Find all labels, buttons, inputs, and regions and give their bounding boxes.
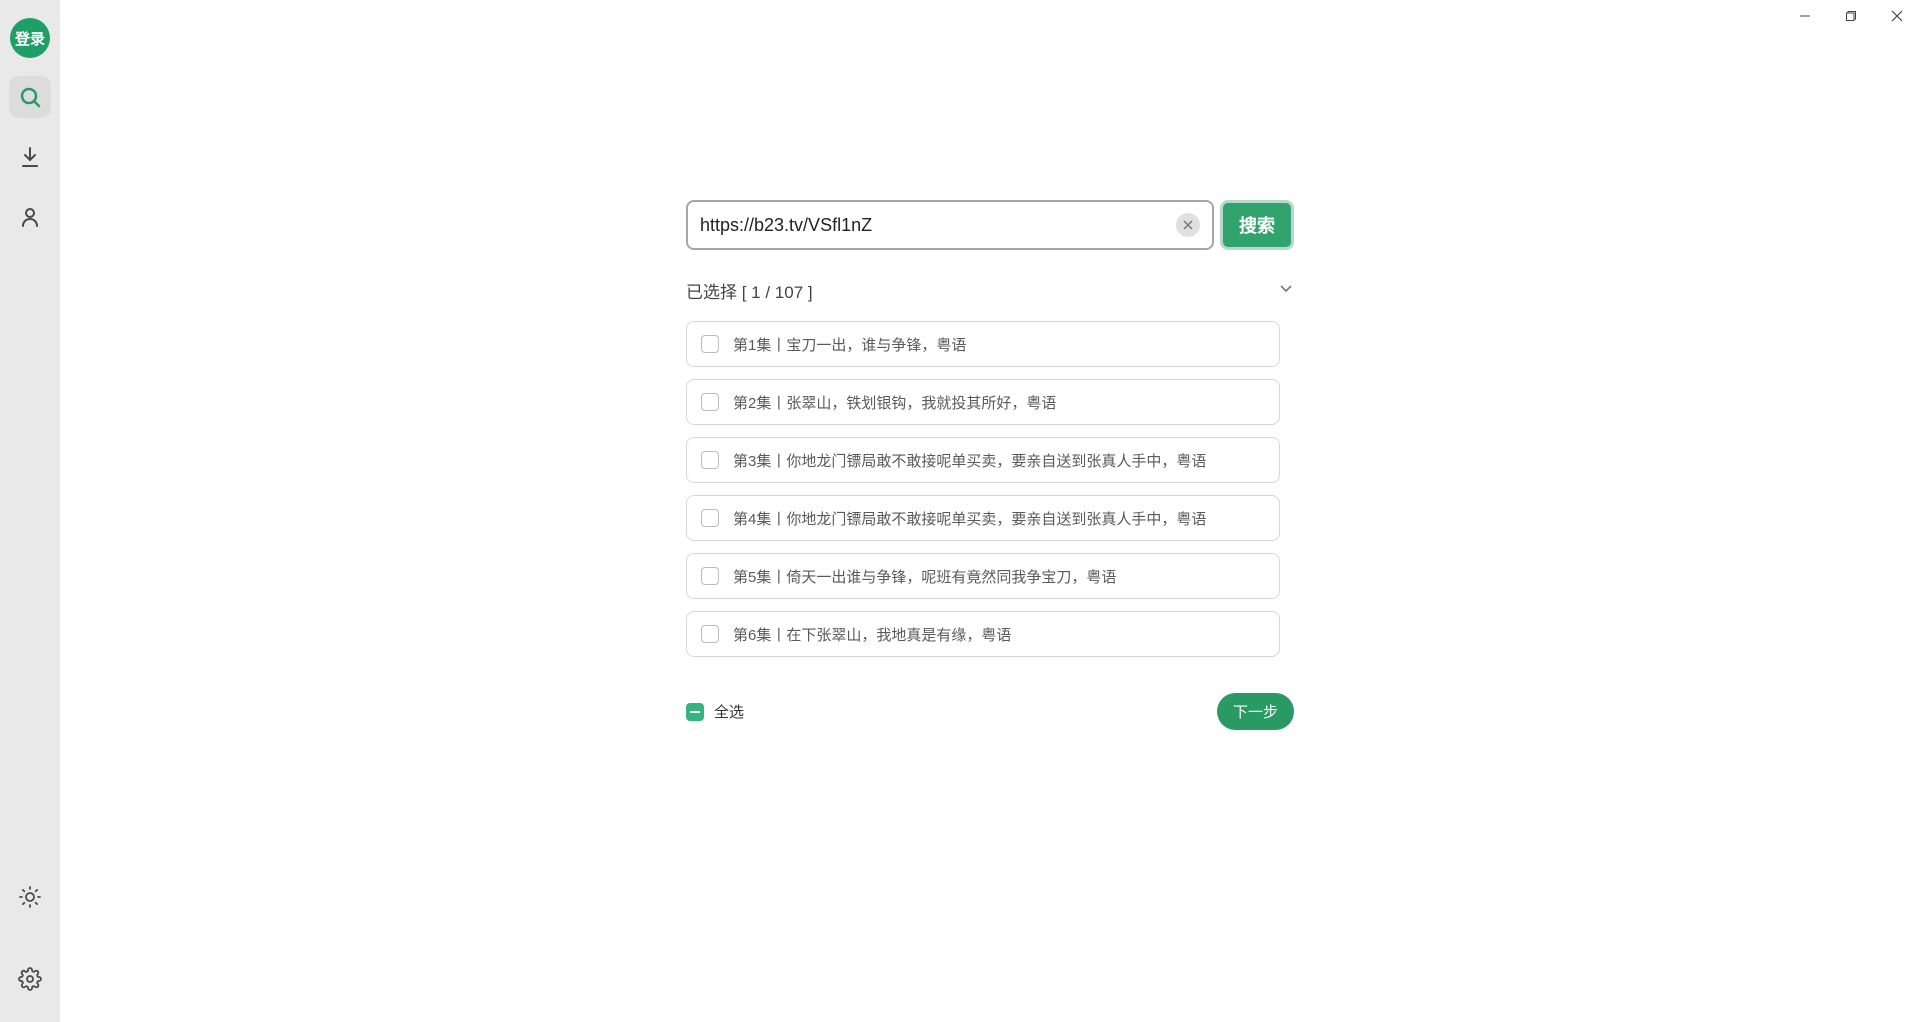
episode-checkbox[interactable] [701, 393, 719, 411]
selection-summary[interactable]: 已选择 [ 1 / 107 ] [686, 278, 1294, 303]
episode-title: 第4集丨你地龙门镖局敢不敢接呢单买卖，要亲自送到张真人手中，粤语 [733, 508, 1206, 529]
episode-checkbox[interactable] [701, 567, 719, 585]
episode-checkbox[interactable] [701, 625, 719, 643]
list-item[interactable]: 第6集丨在下张翠山，我地真是有缘，粤语 [686, 611, 1280, 657]
gear-icon [18, 967, 42, 991]
footer-row: 全选 下一步 [686, 693, 1294, 730]
minimize-icon [1799, 10, 1811, 22]
window-minimize-button[interactable] [1782, 0, 1828, 32]
sidebar-item-download[interactable] [9, 136, 51, 178]
window-controls [1782, 0, 1920, 32]
search-input-wrapper [686, 200, 1214, 250]
avatar-label: 登录 [15, 28, 45, 49]
episode-checkbox[interactable] [701, 509, 719, 527]
x-icon [1183, 220, 1193, 230]
main-area: 搜索 已选择 [ 1 / 107 ] 第1集丨宝刀一出，谁与争锋，粤语第2集丨张… [60, 0, 1920, 1022]
select-all-label: 全选 [714, 701, 744, 722]
search-input[interactable] [700, 215, 1176, 236]
episode-title: 第6集丨在下张翠山，我地真是有缘，粤语 [733, 624, 1011, 645]
sun-icon [18, 885, 42, 909]
close-icon [1891, 10, 1903, 22]
sidebar-item-theme[interactable] [9, 876, 51, 918]
episode-title: 第3集丨你地龙门镖局敢不敢接呢单买卖，要亲自送到张真人手中，粤语 [733, 450, 1206, 471]
list-item[interactable]: 第3集丨你地龙门镖局敢不敢接呢单买卖，要亲自送到张真人手中，粤语 [686, 437, 1280, 483]
window-close-button[interactable] [1874, 0, 1920, 32]
episode-list[interactable]: 第1集丨宝刀一出，谁与争锋，粤语第2集丨张翠山，铁划银钩，我就投其所好，粤语第3… [686, 321, 1294, 671]
user-icon [18, 205, 42, 229]
list-item[interactable]: 第2集丨张翠山，铁划银钩，我就投其所好，粤语 [686, 379, 1280, 425]
sidebar: 登录 [0, 0, 60, 1022]
selection-label: 已选择 [ 1 / 107 ] [686, 278, 813, 303]
search-button[interactable]: 搜索 [1220, 200, 1294, 250]
list-item[interactable]: 第5集丨倚天一出谁与争锋，呢班有竟然同我争宝刀，粤语 [686, 553, 1280, 599]
maximize-icon [1845, 10, 1857, 22]
chevron-down-icon [1278, 280, 1294, 301]
clear-button[interactable] [1176, 213, 1200, 237]
select-all-checkbox[interactable] [686, 703, 704, 721]
content: 搜索 已选择 [ 1 / 107 ] 第1集丨宝刀一出，谁与争锋，粤语第2集丨张… [686, 200, 1294, 730]
search-icon [18, 85, 42, 109]
search-row: 搜索 [686, 200, 1294, 250]
episode-checkbox[interactable] [701, 451, 719, 469]
episode-title: 第2集丨张翠山，铁划银钩，我就投其所好，粤语 [733, 392, 1056, 413]
next-button[interactable]: 下一步 [1217, 693, 1294, 730]
sidebar-item-settings[interactable] [9, 958, 51, 1000]
sidebar-item-profile[interactable] [9, 196, 51, 238]
select-all[interactable]: 全选 [686, 701, 744, 722]
episode-checkbox[interactable] [701, 335, 719, 353]
avatar-login[interactable]: 登录 [10, 18, 50, 58]
list-item[interactable]: 第4集丨你地龙门镖局敢不敢接呢单买卖，要亲自送到张真人手中，粤语 [686, 495, 1280, 541]
list-item[interactable]: 第1集丨宝刀一出，谁与争锋，粤语 [686, 321, 1280, 367]
episode-list-viewport: 第1集丨宝刀一出，谁与争锋，粤语第2集丨张翠山，铁划银钩，我就投其所好，粤语第3… [686, 321, 1294, 671]
download-icon [18, 145, 42, 169]
window-maximize-button[interactable] [1828, 0, 1874, 32]
episode-title: 第1集丨宝刀一出，谁与争锋，粤语 [733, 334, 966, 355]
sidebar-item-search[interactable] [9, 76, 51, 118]
episode-title: 第5集丨倚天一出谁与争锋，呢班有竟然同我争宝刀，粤语 [733, 566, 1116, 587]
